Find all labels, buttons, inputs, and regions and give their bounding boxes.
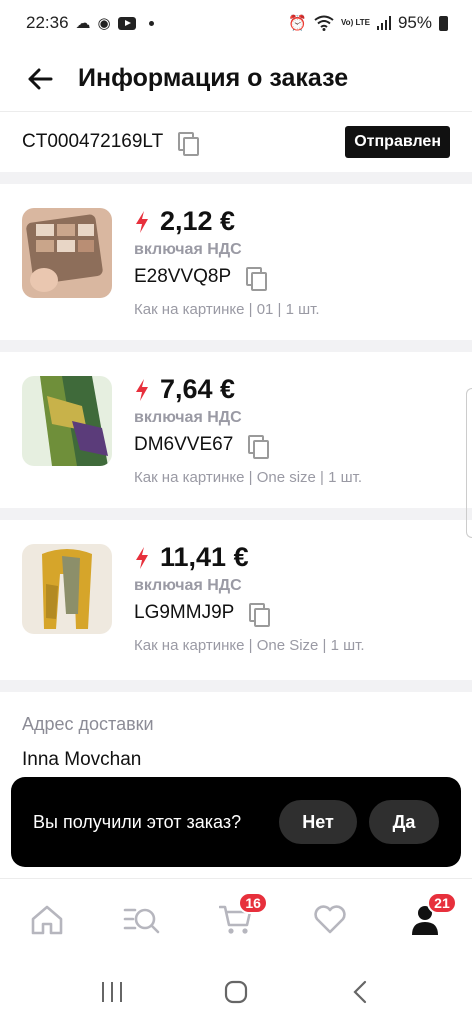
volte-indicator: Vo) LTE	[340, 18, 370, 27]
status-time: 22:36	[26, 13, 69, 32]
copy-sku-button[interactable]	[245, 433, 270, 459]
vat-note: включая НДС	[134, 577, 242, 594]
product-price: 2,12 €	[160, 206, 236, 236]
no-button[interactable]: Нет	[279, 800, 357, 844]
signal-icon	[376, 16, 391, 30]
alarm-icon: ⏰	[288, 14, 307, 32]
product-card[interactable]: 11,41 € включая НДС LG9MMJ9P Как на карт…	[0, 520, 472, 676]
product-sku: E28VVQ8P	[134, 266, 232, 287]
product-info: 11,41 € включая НДС LG9MMJ9P Как на карт…	[134, 542, 365, 654]
scroll-handle[interactable]	[466, 388, 472, 538]
copy-sku-button[interactable]	[246, 601, 271, 627]
product-variant: Как на картинке | 01 | 1 шт.	[134, 301, 320, 318]
tab-catalog[interactable]	[112, 890, 172, 950]
order-number-row: CT000472169LT Отправлен	[0, 114, 472, 170]
recent-apps-button[interactable]	[87, 972, 137, 1012]
yes-button[interactable]: Да	[369, 800, 439, 844]
section-divider	[0, 172, 472, 184]
section-divider	[0, 680, 472, 692]
status-right: ⏰ Vo) LTE 95%	[288, 13, 448, 33]
heart-icon	[314, 904, 347, 933]
battery-percent: 95%	[397, 13, 432, 32]
product-info: 7,64 € включая НДС DM6VVE67 Как на карти…	[134, 374, 362, 486]
product-info: 2,12 € включая НДС E28VVQ8P Как на карти…	[134, 206, 320, 318]
recipient-name: Inna Movchan	[22, 749, 142, 770]
lightning-icon	[136, 210, 148, 233]
cloud-icon: ☁	[75, 14, 91, 32]
tab-cart[interactable]: 16	[206, 890, 268, 950]
tab-account[interactable]: 21	[395, 890, 457, 950]
order-status-badge: Отправлен	[345, 126, 450, 158]
product-sku: DM6VVE67	[134, 434, 234, 455]
home-icon	[31, 905, 63, 934]
bottom-tab-bar: 16 21	[0, 878, 472, 960]
product-image	[22, 208, 112, 298]
battery-icon	[439, 15, 448, 31]
product-variant: Как на картинке | One Size | 1 шт.	[134, 637, 365, 654]
product-card[interactable]: 2,12 € включая НДС E28VVQ8P Как на карти…	[0, 184, 472, 340]
account-notification-badge: 21	[427, 891, 457, 914]
product-price: 11,41 €	[160, 542, 249, 572]
notification-dot-icon	[148, 20, 154, 26]
status-bar: 22:36 ☁ ◉ ⏰ Vo) LTE 95%	[0, 0, 472, 46]
delivery-address-section: Адрес доставки Inna Movchan	[0, 692, 472, 771]
catalog-search-icon	[123, 908, 159, 933]
product-sku: LG9MMJ9P	[134, 602, 235, 623]
system-back-button[interactable]	[335, 972, 385, 1012]
product-image	[22, 376, 112, 466]
page-title: Информация о заказе	[78, 64, 349, 92]
wifi-icon	[314, 15, 334, 31]
lightning-icon	[136, 378, 148, 401]
chevron-left-icon	[353, 980, 367, 1004]
order-number: CT000472169LT	[22, 131, 164, 152]
copy-sku-button[interactable]	[243, 265, 268, 291]
lightning-icon	[136, 546, 148, 569]
product-card[interactable]: 7,64 € включая НДС DM6VVE67 Как на карти…	[0, 352, 472, 508]
status-left: 22:36 ☁ ◉	[26, 13, 154, 33]
youtube-icon	[117, 16, 136, 30]
delivery-address-label: Адрес доставки	[22, 714, 154, 734]
home-square-icon	[224, 980, 248, 1004]
recent-apps-icon	[102, 982, 122, 1002]
vat-note: включая НДС	[134, 409, 242, 426]
product-image	[22, 544, 112, 634]
cart-count-badge: 16	[238, 891, 268, 914]
copy-order-number-button[interactable]	[175, 130, 200, 156]
tab-home[interactable]	[17, 890, 77, 950]
system-navigation-bar	[0, 960, 472, 1024]
product-price: 7,64 €	[160, 374, 236, 404]
vat-note: включая НДС	[134, 241, 242, 258]
order-received-prompt: Вы получили этот заказ? Нет Да	[11, 777, 461, 867]
arrow-left-icon	[28, 68, 53, 89]
product-variant: Как на картинке | One size | 1 шт.	[134, 469, 363, 486]
section-divider	[0, 340, 472, 352]
whatsapp-icon: ◉	[97, 14, 111, 32]
back-button[interactable]	[18, 57, 62, 101]
section-divider	[0, 508, 472, 520]
app-header: Информация о заказе	[0, 46, 472, 112]
prompt-question: Вы получили этот заказ?	[33, 811, 242, 832]
home-system-button[interactable]	[211, 972, 261, 1012]
tab-wishlist[interactable]	[300, 890, 360, 950]
